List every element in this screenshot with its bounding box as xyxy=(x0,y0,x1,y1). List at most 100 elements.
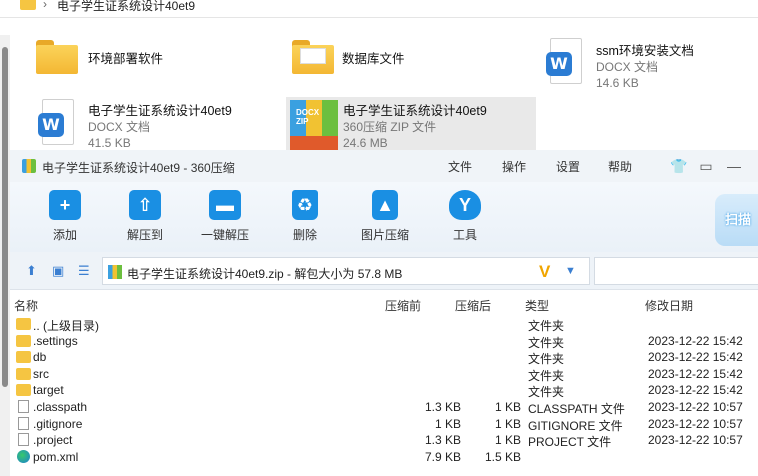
search-input[interactable] xyxy=(594,257,758,285)
item-type: DOCX 文档 xyxy=(88,120,151,134)
row-name: .settings xyxy=(33,333,78,348)
table-row[interactable]: src 文件夹 2023-12-22 15:42 xyxy=(10,366,758,383)
row-type: 文件夹 xyxy=(528,352,565,367)
folder-icon xyxy=(16,318,31,330)
menu-file[interactable]: 文件 xyxy=(448,158,472,175)
item-type: DOCX 文档 xyxy=(596,60,659,74)
image-compress-button[interactable]: ▲ 图片压缩 xyxy=(350,190,420,248)
column-name[interactable]: 名称 xyxy=(14,297,38,314)
table-row[interactable]: .project 1.3 KB 1 KB PROJECT 文件 2023-12-22 1… xyxy=(10,432,758,449)
tools-button[interactable]: Y 工具 xyxy=(430,190,500,248)
row-name: pom.xml xyxy=(33,449,79,464)
one-click-extract-button[interactable]: ▬ 一键解压 xyxy=(190,190,260,248)
row-size-after: 1 KB xyxy=(494,433,521,448)
word-doc-icon: W xyxy=(546,38,586,86)
file-icon xyxy=(18,433,29,447)
item-type: 360压缩 ZIP 文件 xyxy=(343,120,437,134)
extract-to-icon: ⇧ xyxy=(129,190,161,220)
file-explorer: › 电子学生证系统设计40et9 环境部署软件 数据库文件 W ssm环境安装文… xyxy=(0,0,758,150)
word-doc-icon: W xyxy=(38,99,78,147)
row-size-before: 1 KB xyxy=(434,416,461,431)
row-size-after: 1 KB xyxy=(494,416,521,431)
table-row[interactable]: pom.xml 7.9 KB 1.5 KB xyxy=(10,449,758,466)
scrollbar-thumb[interactable] xyxy=(2,47,8,387)
explorer-item-design-doc[interactable]: W 电子学生证系统设计40et9 DOCX 文档 41.5 KB xyxy=(38,99,258,153)
row-name: db xyxy=(33,350,47,365)
table-row[interactable]: .settings 文件夹 2023-12-22 15:42 xyxy=(10,333,758,350)
menu-operation[interactable]: 操作 xyxy=(502,158,526,175)
delete-button[interactable]: ♻ 删除 xyxy=(270,190,340,248)
row-date: 2023-12-22 10:57 xyxy=(648,400,743,414)
explorer-scrollbar[interactable] xyxy=(0,35,10,476)
item-name: 环境部署软件 xyxy=(88,52,164,66)
folder-icon xyxy=(20,0,36,10)
row-name: .classpath xyxy=(33,400,88,414)
row-date: 2023-12-22 15:42 xyxy=(648,366,743,381)
minimize-icon[interactable]: — xyxy=(726,158,742,174)
folder-icon xyxy=(292,40,334,74)
archive-path-field[interactable]: 电子学生证系统设计40et9.zip - 解包大小为 57.8 MB V ▼ xyxy=(102,257,590,285)
feedback-icon[interactable]: ▭ xyxy=(698,158,714,175)
xml-file-icon xyxy=(17,449,30,463)
item-size: 41.5 KB xyxy=(88,136,131,150)
address-bar: ⬆ ▣ ☰ 电子学生证系统设计40et9.zip - 解包大小为 57.8 MB… xyxy=(10,252,758,290)
table-row[interactable]: .classpath 1.3 KB 1 KB CLASSPATH 文件 2023-12-… xyxy=(10,399,758,416)
breadcrumb: › 电子学生证系统设计40et9 xyxy=(0,0,758,18)
item-size: 24.6 MB xyxy=(343,136,388,150)
button-label: 解压到 xyxy=(126,228,163,242)
column-modified[interactable]: 修改日期 xyxy=(645,297,693,314)
scan-button[interactable]: 扫描 xyxy=(715,194,758,246)
skin-icon[interactable]: 👕 xyxy=(670,158,687,175)
explorer-item-db-files[interactable]: 数据库文件 xyxy=(292,40,492,94)
row-date: 2023-12-22 10:57 xyxy=(648,416,743,431)
tools-icon: Y xyxy=(449,190,481,220)
verified-icon[interactable]: V xyxy=(539,262,550,282)
button-label: 一键解压 xyxy=(200,228,249,242)
explorer-item-ssm-doc[interactable]: W ssm环境安装文档 DOCX 文档 14.6 KB xyxy=(546,38,746,92)
column-after[interactable]: 压缩后 xyxy=(455,297,491,314)
window-title: 电子学生证系统设计40et9 - 360压缩 xyxy=(42,161,235,175)
table-row[interactable]: target 文件夹 2023-12-22 15:42 xyxy=(10,382,758,399)
archive-window: 电子学生证系统设计40et9 - 360压缩 文件 操作 设置 帮助 👕 ▭ —… xyxy=(10,150,758,476)
row-date: 2023-12-22 15:42 xyxy=(648,383,743,398)
title-bar: 电子学生证系统设计40et9 - 360压缩 文件 操作 设置 帮助 👕 ▭ — xyxy=(10,150,758,182)
table-row[interactable]: .gitignore 1 KB 1 KB GITIGNORE 文件 2023-12-22… xyxy=(10,416,758,433)
add-button[interactable]: + 添加 xyxy=(30,190,100,248)
up-arrow-icon[interactable]: ⬆ xyxy=(26,263,37,279)
zip-archive-icon: DOCX ZIP xyxy=(290,100,338,150)
toolbar: + 添加 ⇧ 解压到 ▬ 一键解压 ♻ 删除 ▲ 图片压缩 Y 工具 扫描 xyxy=(10,182,758,252)
menu-help[interactable]: 帮助 xyxy=(608,158,632,175)
list-header: 名称 压缩前 压缩后 类型 修改日期 xyxy=(10,293,758,315)
table-row[interactable]: .. (上级目录) 文件夹 xyxy=(10,316,758,333)
view-list-icon[interactable]: ☰ xyxy=(78,263,90,279)
extract-to-button[interactable]: ⇧ 解压到 xyxy=(110,190,180,248)
button-label: 添加 xyxy=(52,228,77,242)
folder-icon xyxy=(16,351,31,364)
explorer-item-env-software[interactable]: 环境部署软件 xyxy=(36,40,236,94)
column-type[interactable]: 类型 xyxy=(525,297,549,314)
table-row[interactable]: db 文件夹 2023-12-22 15:42 xyxy=(10,349,758,366)
row-size-before: 1.3 KB xyxy=(424,400,461,414)
column-before[interactable]: 压缩前 xyxy=(385,297,421,314)
view-thumbnail-icon[interactable]: ▣ xyxy=(52,263,64,279)
row-size-after: 1.5 KB xyxy=(484,449,521,464)
app-icon xyxy=(22,159,36,173)
folder-icon xyxy=(36,40,78,74)
item-name: 数据库文件 xyxy=(342,52,405,66)
row-type: PROJECT 文件 xyxy=(528,435,612,450)
row-date: 2023-12-22 15:42 xyxy=(648,350,743,365)
row-type: 文件夹 xyxy=(528,335,565,350)
row-date: 2023-12-22 10:57 xyxy=(648,433,743,448)
add-icon: + xyxy=(49,190,81,220)
dropdown-arrow-icon[interactable]: ▼ xyxy=(565,265,576,277)
explorer-item-design-zip[interactable]: DOCX ZIP 电子学生证系统设计40et9 360压缩 ZIP 文件 24.6… xyxy=(286,97,536,150)
folder-icon xyxy=(16,334,31,347)
row-name: .. (上级目录) xyxy=(33,319,99,333)
button-label: 图片压缩 xyxy=(360,228,409,242)
row-type: GITIGNORE 文件 xyxy=(528,418,623,433)
item-name: 电子学生证系统设计40et9 xyxy=(88,104,232,118)
breadcrumb-item[interactable]: 电子学生证系统设计40et9 xyxy=(57,0,195,14)
row-type: 文件夹 xyxy=(528,319,565,333)
item-name: ssm环境安装文档 xyxy=(596,44,694,58)
menu-settings[interactable]: 设置 xyxy=(556,158,580,175)
